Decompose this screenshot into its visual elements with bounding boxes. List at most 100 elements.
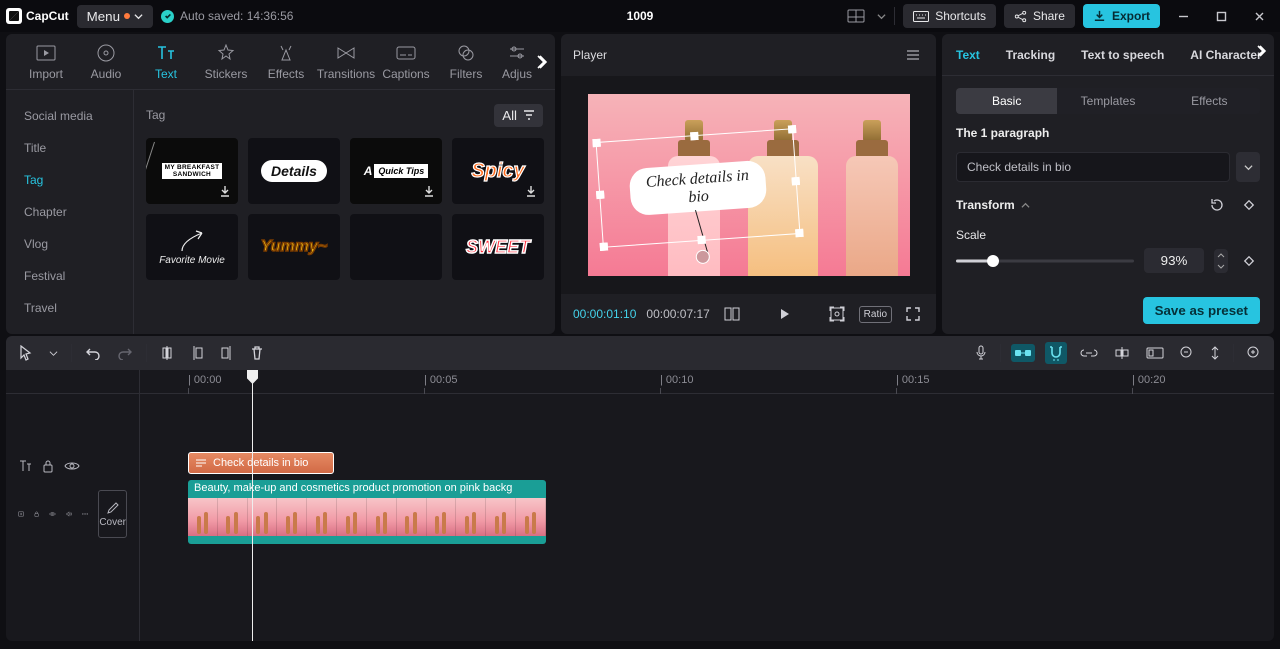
- rotate-handle-icon[interactable]: [695, 249, 710, 264]
- scale-value-input[interactable]: [1144, 248, 1204, 273]
- asset-browser: Tag All MY BREAKFAST SANDWICH Details: [134, 90, 555, 334]
- scale-keyframe-button[interactable]: [1238, 250, 1260, 272]
- menu-button[interactable]: Menu: [77, 5, 153, 28]
- reset-button[interactable]: [1206, 194, 1228, 216]
- export-button[interactable]: Export: [1083, 4, 1160, 28]
- zoom-slider-handle[interactable]: [1207, 343, 1223, 363]
- selection-box[interactable]: Check details in bio: [596, 129, 799, 246]
- zoom-in-button[interactable]: [1244, 343, 1264, 363]
- select-tool[interactable]: [16, 342, 36, 364]
- player-menu-button[interactable]: [902, 45, 924, 65]
- stepper-down[interactable]: [1214, 261, 1228, 273]
- lock-icon[interactable]: [34, 507, 39, 521]
- text-clip[interactable]: Check details in bio: [188, 452, 334, 474]
- timeline-tracks[interactable]: | 00:00| 00:05| 00:10| 00:15| 00:20 Chec…: [140, 370, 1274, 641]
- video-clip[interactable]: Beauty, make-up and cosmetics product pr…: [188, 480, 546, 544]
- shortcuts-button[interactable]: Shortcuts: [903, 4, 996, 28]
- app-logo: CapCut: [6, 8, 69, 24]
- tab-captions[interactable]: Captions: [376, 38, 436, 86]
- compare-button[interactable]: [720, 303, 744, 325]
- insp-tab-text[interactable]: Text: [956, 48, 980, 62]
- window-minimize-button[interactable]: [1168, 2, 1198, 30]
- tag-thumb-favorite[interactable]: Favorite Movie: [146, 214, 238, 280]
- inspector-more-button[interactable]: [1256, 44, 1270, 58]
- cat-vlog[interactable]: Vlog: [6, 228, 133, 260]
- zoom-out-button[interactable]: [1177, 343, 1197, 363]
- undo-button[interactable]: [82, 343, 104, 363]
- tag-thumb-quicktips[interactable]: AQuick Tips: [350, 138, 442, 204]
- text-dropdown[interactable]: [1236, 152, 1260, 182]
- stepper-up[interactable]: [1214, 249, 1228, 261]
- link-button[interactable]: [1077, 345, 1101, 361]
- keyframe-button[interactable]: [1238, 194, 1260, 216]
- trim-left-button[interactable]: [187, 342, 207, 364]
- tag-thumb-yummy[interactable]: Yummy~: [248, 214, 340, 280]
- tab-transitions[interactable]: Transitions: [316, 38, 376, 86]
- share-button[interactable]: Share: [1004, 4, 1075, 28]
- redo-button[interactable]: [114, 343, 136, 363]
- insp-tab-tracking[interactable]: Tracking: [1006, 48, 1055, 62]
- more-icon[interactable]: [82, 512, 88, 516]
- cat-travel[interactable]: Travel: [6, 292, 133, 324]
- cover-button[interactable]: Cover: [98, 490, 127, 538]
- chevron-up-icon[interactable]: [1021, 201, 1030, 210]
- category-list: Social media Title Tag Chapter Vlog Fest…: [6, 90, 134, 334]
- fullscreen-button[interactable]: [902, 303, 924, 325]
- trim-right-button[interactable]: [217, 342, 237, 364]
- select-dropdown[interactable]: [46, 346, 61, 361]
- text-content-input[interactable]: Check details in bio: [956, 152, 1230, 182]
- tab-stickers[interactable]: Stickers: [196, 38, 256, 86]
- tag-thumb-details[interactable]: Details: [248, 138, 340, 204]
- filter-all-button[interactable]: All: [494, 104, 543, 127]
- delete-button[interactable]: [247, 342, 267, 364]
- seg-templates[interactable]: Templates: [1057, 88, 1158, 114]
- scale-stepper[interactable]: [1214, 249, 1228, 273]
- tag-thumb-sweet[interactable]: SWEET: [452, 214, 544, 280]
- snap-button[interactable]: [1011, 344, 1035, 362]
- text-track-head: [6, 450, 139, 482]
- tab-import[interactable]: Import: [16, 38, 76, 86]
- tab-adjustment[interactable]: Adjus: [496, 38, 538, 86]
- tabs-more-button[interactable]: [535, 54, 551, 70]
- scale-slider[interactable]: [956, 251, 1134, 271]
- adjustment-icon: [508, 43, 526, 63]
- align-button[interactable]: [1111, 343, 1133, 363]
- cat-title[interactable]: Title: [6, 132, 133, 164]
- cat-chapter[interactable]: Chapter: [6, 196, 133, 228]
- text-clip-label: Check details in bio: [213, 457, 308, 469]
- mic-button[interactable]: [972, 342, 990, 364]
- play-button[interactable]: [773, 303, 795, 325]
- split-button[interactable]: [157, 342, 177, 364]
- timeline-ruler[interactable]: | 00:00| 00:05| 00:10| 00:15| 00:20: [140, 370, 1274, 394]
- magnet-button[interactable]: [1045, 342, 1067, 364]
- preview-tl-button[interactable]: [1143, 344, 1167, 362]
- tag-thumb-spicy[interactable]: Spicy: [452, 138, 544, 204]
- seg-effects[interactable]: Effects: [1159, 88, 1260, 114]
- eye-icon[interactable]: [49, 508, 56, 520]
- window-maximize-button[interactable]: [1206, 2, 1236, 30]
- filters-icon: [457, 43, 475, 63]
- reframe-button[interactable]: [825, 302, 849, 326]
- speaker-icon[interactable]: [66, 507, 72, 521]
- cat-social-media[interactable]: Social media: [6, 100, 133, 132]
- lock-icon[interactable]: [42, 459, 54, 473]
- tab-filters[interactable]: Filters: [436, 38, 496, 86]
- tag-thumb-blank[interactable]: [350, 214, 442, 280]
- app-name: CapCut: [26, 9, 69, 23]
- tab-text[interactable]: Text: [136, 38, 196, 86]
- insp-tab-aichar[interactable]: AI Character: [1190, 48, 1261, 62]
- eye-icon[interactable]: [64, 460, 80, 472]
- playhead[interactable]: [252, 370, 253, 641]
- seg-basic[interactable]: Basic: [956, 88, 1057, 114]
- cat-festival[interactable]: Festival: [6, 260, 133, 292]
- tab-effects[interactable]: Effects: [256, 38, 316, 86]
- tag-thumb-breakfast[interactable]: MY BREAKFAST SANDWICH: [146, 138, 238, 204]
- cat-tag[interactable]: Tag: [6, 164, 133, 196]
- window-close-button[interactable]: [1244, 2, 1274, 30]
- layout-button[interactable]: [843, 5, 869, 27]
- tab-audio[interactable]: Audio: [76, 38, 136, 86]
- insp-tab-tts[interactable]: Text to speech: [1081, 48, 1164, 62]
- save-preset-button[interactable]: Save as preset: [1143, 297, 1260, 324]
- preview-canvas[interactable]: Check details in bio: [588, 94, 910, 276]
- ratio-button[interactable]: Ratio: [859, 306, 892, 323]
